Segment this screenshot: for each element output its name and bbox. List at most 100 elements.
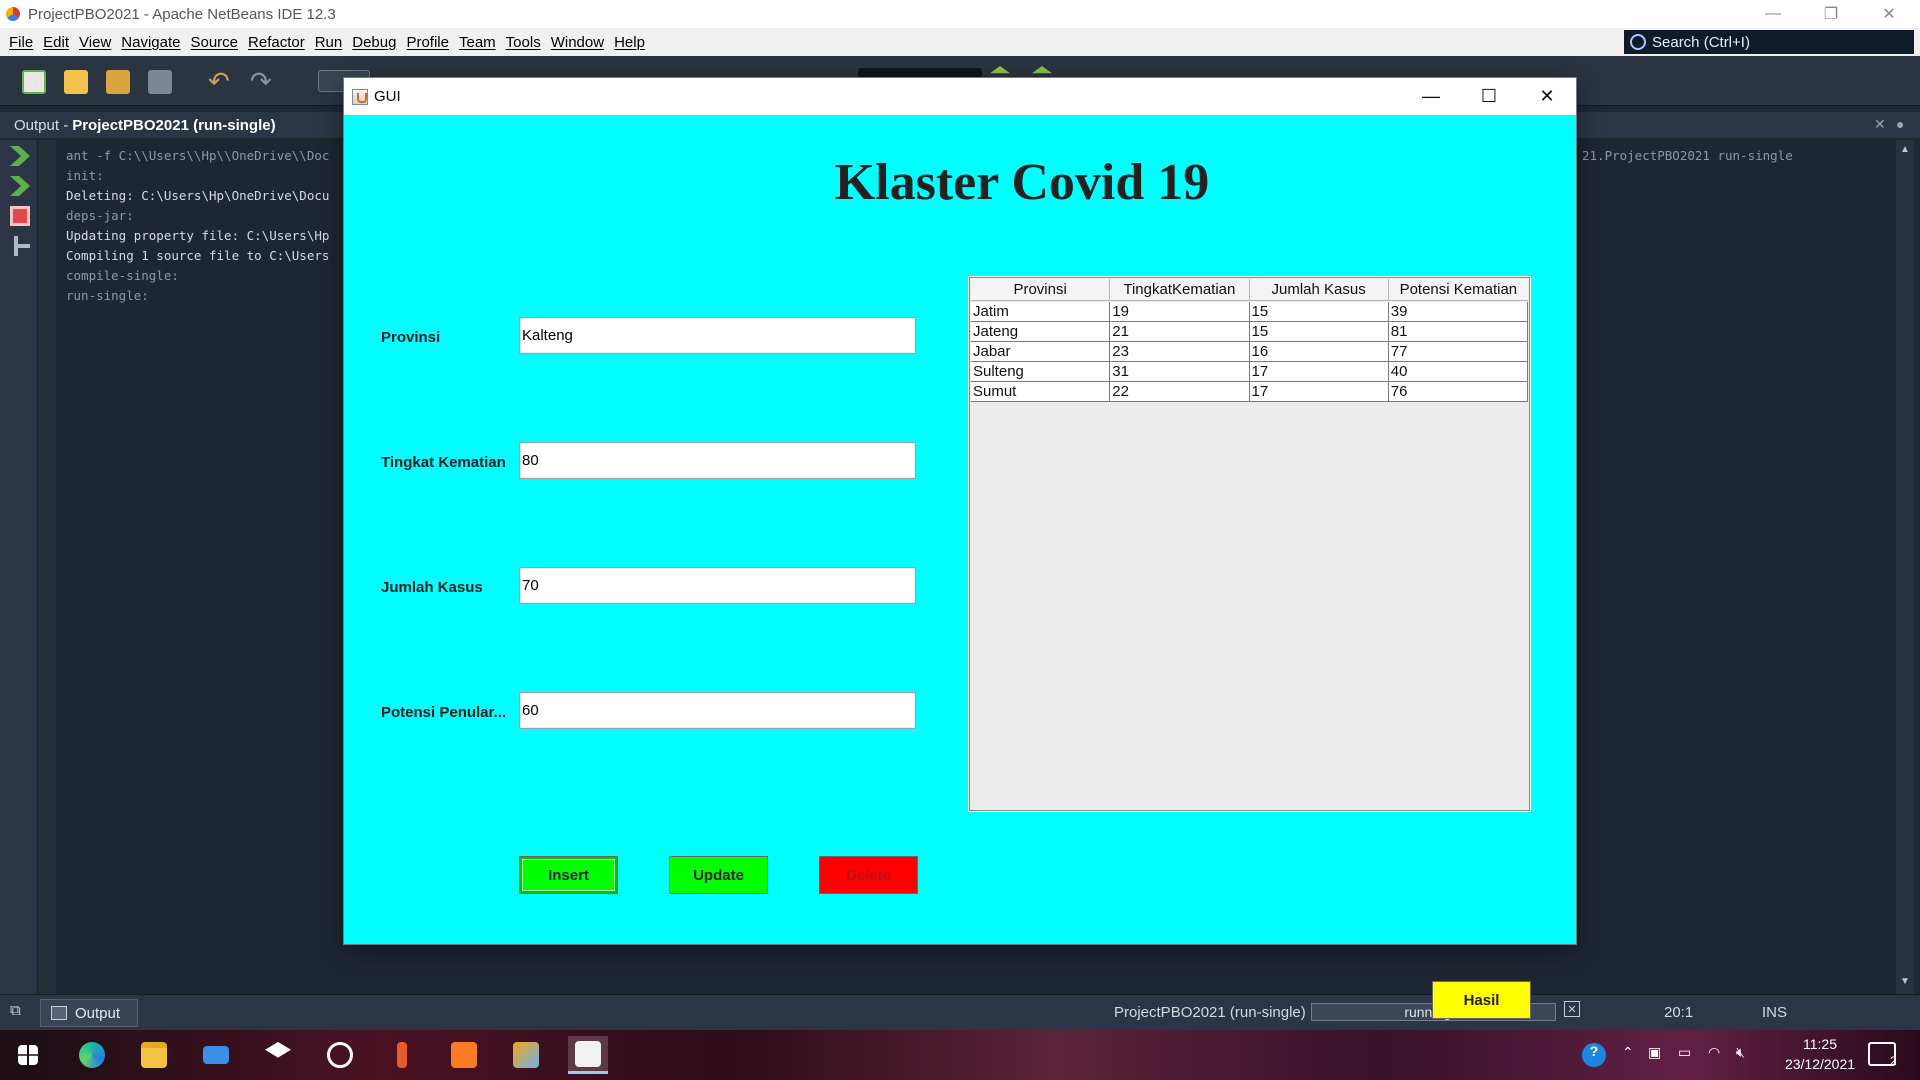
menu-profile[interactable]: Profile <box>401 34 454 51</box>
table-cell: 39 <box>1389 302 1528 321</box>
taskbar-app[interactable] <box>320 1036 360 1074</box>
rerun-icon[interactable] <box>10 146 30 166</box>
window-restore-icon[interactable]: ⧉ <box>10 1002 21 1019</box>
menu-source[interactable]: Source <box>185 34 243 51</box>
table-row[interactable]: Jateng 21 15 81 <box>971 322 1528 342</box>
ide-status-bar: ⧉ Output ProjectPBO2021 (run-single) run… <box>0 994 1920 1030</box>
table-row[interactable]: Sumut 22 17 76 <box>971 382 1528 402</box>
windows-taskbar: ? ⌃ ▣ ▭ ◠ 🔇︎ 11:25 23/12/2021 2 <box>0 1030 1920 1080</box>
meet-icon[interactable]: ▣ <box>1648 1044 1661 1061</box>
ide-minimize-button[interactable]: — <box>1744 0 1802 28</box>
klaster-table[interactable]: Provinsi TingkatKematian Jumlah Kasus Po… <box>969 277 1530 811</box>
provinsi-input[interactable]: Kalteng <box>519 317 916 354</box>
xampp-icon <box>451 1042 477 1068</box>
output-close-icon[interactable]: ✕ <box>1874 116 1886 133</box>
mail-icon <box>203 1046 229 1064</box>
stop-icon[interactable] <box>10 206 30 226</box>
menu-help[interactable]: Help <box>609 34 650 51</box>
taskbar-xampp[interactable] <box>444 1036 484 1074</box>
new-project-icon[interactable] <box>64 70 88 94</box>
column-header-tingkat-kematian[interactable]: TingkatKematian <box>1110 279 1250 301</box>
column-header-provinsi[interactable]: Provinsi <box>971 279 1111 301</box>
chevron-up-icon[interactable]: ⌃ <box>1622 1044 1634 1061</box>
menu-team[interactable]: Team <box>454 34 501 51</box>
cancel-task-icon[interactable]: ✕ <box>1564 1001 1580 1017</box>
menu-view[interactable]: View <box>74 34 116 51</box>
menu-refactor[interactable]: Refactor <box>243 34 310 51</box>
output-line: deps-jar: <box>66 208 134 223</box>
ide-restore-button[interactable]: ❐ <box>1802 0 1860 28</box>
redo-icon[interactable]: ↷ <box>250 66 274 96</box>
wifi-icon[interactable]: ◠ <box>1708 1044 1720 1061</box>
menu-window[interactable]: Window <box>546 34 609 51</box>
table-cell: 40 <box>1389 362 1528 381</box>
clock-date[interactable]: 23/12/2021 <box>1770 1056 1870 1072</box>
output-scrollbar[interactable]: ▲ ▼ <box>1896 140 1914 994</box>
output-line: ant -f C:\\Users\\Hp\\OneDrive\\Doc <box>66 148 330 163</box>
taskbar-mail[interactable] <box>196 1036 236 1074</box>
build-icon[interactable] <box>990 66 1010 74</box>
menu-tools[interactable]: Tools <box>501 34 546 51</box>
table-cell: 15 <box>1250 322 1389 341</box>
battery-icon[interactable]: ▭ <box>1678 1044 1691 1061</box>
java-icon <box>575 1040 601 1067</box>
hasil-button[interactable]: Hasil <box>1432 981 1531 1019</box>
potensi-penularan-input[interactable]: 60 <box>519 692 916 729</box>
menu-debug[interactable]: Debug <box>347 34 401 51</box>
taskbar-netbeans[interactable] <box>506 1036 546 1074</box>
table-row[interactable]: Jatim 19 15 39 <box>971 302 1528 322</box>
potensi-penularan-label: Potensi Penular... <box>381 704 507 721</box>
update-button[interactable]: Update <box>669 856 768 894</box>
table-row[interactable]: Jabar 23 16 77 <box>971 342 1528 362</box>
new-file-icon[interactable] <box>22 70 46 94</box>
ide-close-button[interactable]: ✕ <box>1860 0 1918 28</box>
provinsi-label: Provinsi <box>381 329 441 346</box>
table-cell: 19 <box>1110 302 1250 321</box>
clock-time[interactable]: 11:25 <box>1790 1036 1850 1052</box>
volume-muted-icon[interactable]: 🔇︎ <box>1736 1044 1745 1061</box>
open-project-icon[interactable] <box>106 70 130 94</box>
menu-file[interactable]: File <box>4 34 38 51</box>
output-menu-icon[interactable]: ● <box>1896 116 1904 132</box>
insert-button[interactable]: Insert <box>519 856 618 894</box>
running-task-name[interactable]: ProjectPBO2021 (run-single) <box>1114 1004 1306 1021</box>
table-row[interactable]: Sulteng 31 17 40 <box>971 362 1528 382</box>
table-cell: Jatim <box>971 302 1111 321</box>
scroll-down-icon[interactable]: ▼ <box>1900 976 1910 987</box>
output-side-toolbar <box>0 140 38 994</box>
delete-button[interactable]: Delete <box>819 856 918 894</box>
gui-maximize-button[interactable]: ☐ <box>1460 78 1518 115</box>
folder-icon <box>141 1042 167 1068</box>
jumlah-kasus-input[interactable]: 70 <box>519 567 916 604</box>
menu-navigate[interactable]: Navigate <box>116 34 185 51</box>
ide-window-title: ProjectPBO2021 - Apache NetBeans IDE 12.… <box>28 5 336 23</box>
gui-minimize-button[interactable]: — <box>1402 78 1460 115</box>
rerun-with-params-icon[interactable] <box>10 176 30 196</box>
taskbar-edge[interactable] <box>72 1036 112 1074</box>
taskbar-app-2[interactable] <box>382 1036 422 1074</box>
start-button[interactable] <box>8 1036 48 1074</box>
taskbar-java[interactable] <box>568 1036 608 1074</box>
menu-run[interactable]: Run <box>310 34 348 51</box>
menu-edit[interactable]: Edit <box>38 34 74 51</box>
taskbar-dropbox[interactable] <box>258 1036 298 1074</box>
output-line-tail: 21.ProjectPBO2021 run-single <box>1582 148 1793 163</box>
table-cell: 31 <box>1110 362 1250 381</box>
save-all-icon[interactable] <box>148 70 172 94</box>
help-icon[interactable]: ? <box>1582 1043 1606 1067</box>
scroll-up-icon[interactable]: ▲ <box>1900 144 1910 155</box>
gui-close-button[interactable]: ✕ <box>1518 78 1576 115</box>
ide-search-box[interactable]: Search (Ctrl+I) <box>1624 30 1914 54</box>
settings-icon[interactable] <box>14 236 30 256</box>
clean-build-icon[interactable] <box>1032 66 1052 74</box>
column-header-potensi-kematian[interactable]: Potensi Kematian <box>1389 279 1528 301</box>
tingkat-kematian-input[interactable]: 80 <box>519 442 916 479</box>
taskbar-explorer[interactable] <box>134 1036 174 1074</box>
search-icon <box>1630 34 1646 50</box>
undo-icon[interactable]: ↶ <box>208 66 232 96</box>
table-cell: 17 <box>1250 362 1389 381</box>
output-tab[interactable]: Output <box>40 999 138 1027</box>
output-line: init: <box>66 168 104 183</box>
gui-title-bar: GUI — ☐ ✕ <box>344 78 1576 115</box>
column-header-jumlah-kasus[interactable]: Jumlah Kasus <box>1250 279 1389 301</box>
